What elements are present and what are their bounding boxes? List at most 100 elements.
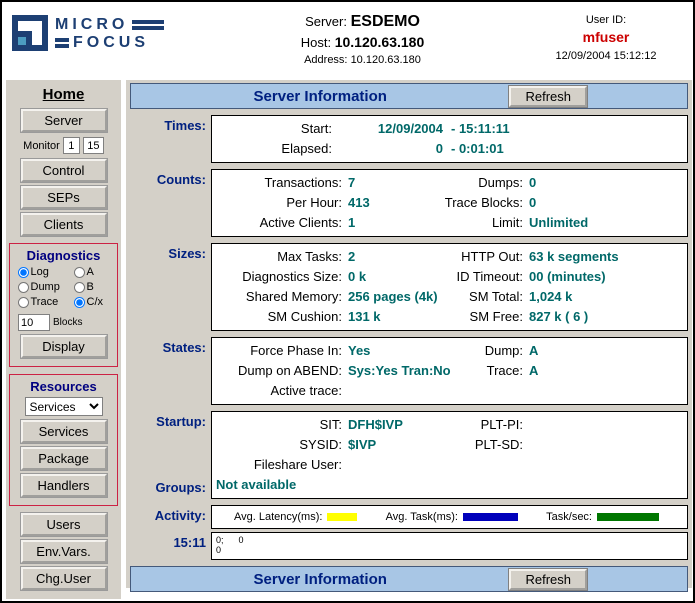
logo-bars-icon: [55, 38, 69, 48]
limit-label: Limit:: [444, 213, 529, 233]
states-section: States: Force Phase In: Yes Dump: A Dump…: [130, 337, 688, 405]
elapsed-label: Elapsed:: [216, 139, 338, 159]
control-button[interactable]: Control: [21, 159, 107, 182]
address-value: 10.120.63.180: [351, 54, 421, 66]
user-id-value: mfuser: [533, 29, 679, 45]
activity-axis-values-line1: 0; 0: [216, 535, 683, 545]
sm-total-label: SM Total:: [444, 287, 529, 307]
avg-task-label: Avg. Task(ms):: [386, 511, 458, 523]
cx-radio[interactable]: C/x: [74, 296, 110, 308]
trace-radio[interactable]: Trace: [18, 296, 74, 308]
diagnostics-radio-grid: Log A Dump B Trace: [10, 266, 117, 308]
max-tasks-label: Max Tasks:: [216, 247, 348, 267]
refresh-button-bottom[interactable]: Refresh: [509, 569, 587, 590]
cx-radio-input[interactable]: [74, 297, 85, 308]
startup-label-column: Startup: Groups:: [130, 411, 206, 499]
b-radio-input[interactable]: [74, 282, 85, 293]
transactions-label: Transactions:: [216, 173, 348, 193]
dump-radio-input[interactable]: [18, 282, 29, 293]
server-button[interactable]: Server: [21, 109, 107, 132]
times-section: Times: Start: 12/09/2004 - 15:11:11 Elap…: [130, 115, 688, 163]
diagnostics-group: Diagnostics Log A Dump B: [9, 243, 118, 367]
monitor-count-input[interactable]: [83, 137, 104, 154]
a-radio-input[interactable]: [74, 267, 85, 278]
handlers-button[interactable]: Handlers: [21, 474, 107, 497]
home-link[interactable]: Home: [6, 86, 121, 103]
per-hour-label: Per Hour:: [216, 193, 348, 213]
resources-group: Resources Services Services Package Hand…: [9, 374, 118, 506]
sizes-label: Sizes:: [130, 243, 206, 331]
shared-memory-label: Shared Memory:: [216, 287, 348, 307]
a-radio-label: A: [87, 266, 94, 278]
chg-user-button[interactable]: Chg.User: [21, 567, 107, 590]
dumps-label: Dumps:: [444, 173, 529, 193]
transactions-value: 7: [348, 173, 444, 193]
id-timeout-value: 00 (minutes): [529, 267, 683, 287]
b-radio[interactable]: B: [74, 281, 110, 293]
times-label: Times:: [130, 115, 206, 163]
display-button[interactable]: Display: [21, 335, 107, 358]
log-radio-input[interactable]: [18, 267, 29, 278]
groups-label: Groups:: [130, 480, 206, 495]
startup-box: SIT: DFH$IVP PLT-PI: SYSID: $IVP PLT-SD:…: [211, 411, 688, 499]
services-button[interactable]: Services: [21, 420, 107, 443]
counts-box: Transactions: 7 Dumps: 0 Per Hour: 413 T…: [211, 169, 688, 237]
micro-focus-logo-icon: [12, 15, 48, 51]
sizes-section: Sizes: Max Tasks: 2 HTTP Out: 63 k segme…: [130, 243, 688, 331]
plt-sd-value: [529, 435, 683, 455]
plt-pi-label: PLT-PI:: [444, 415, 529, 435]
header: MICRO FOCUS Server: ESDEMO Host: 10.120.…: [2, 2, 693, 78]
dump-radio[interactable]: Dump: [18, 281, 74, 293]
sidebar: Home Server Monitor Control SEPs Clients…: [6, 80, 121, 599]
diagnostics-size-value: 0 k: [348, 267, 444, 287]
log-radio-label: Log: [31, 266, 49, 278]
host-label: Host:: [301, 35, 331, 50]
package-button[interactable]: Package: [21, 447, 107, 470]
activity-axis-values-line2: 0: [216, 545, 683, 555]
blocks-input[interactable]: [18, 314, 50, 331]
sm-free-label: SM Free:: [444, 307, 529, 327]
logo-word-focus: FOCUS: [73, 34, 149, 52]
dump-on-abend-value: Sys:Yes Tran:No: [348, 361, 444, 381]
shared-memory-value: 256 pages (4k): [348, 287, 444, 307]
sit-value: DFH$IVP: [348, 415, 444, 435]
monitor-interval-input[interactable]: [63, 137, 80, 154]
states-label: States:: [130, 337, 206, 405]
trace-radio-input[interactable]: [18, 297, 29, 308]
plt-sd-label: PLT-SD:: [444, 435, 529, 455]
trace-state-label: Trace:: [444, 361, 529, 381]
trace-blocks-value: 0: [529, 193, 683, 213]
id-timeout-label: ID Timeout:: [444, 267, 529, 287]
log-radio[interactable]: Log: [18, 266, 74, 278]
activity-section: Activity: Avg. Latency(ms): Avg. Task(ms…: [130, 505, 688, 529]
task-swatch-icon: [463, 513, 518, 521]
elapsed-days-value: 0: [338, 139, 443, 159]
states-box: Force Phase In: Yes Dump: A Dump on ABEN…: [211, 337, 688, 405]
blocks-row: Blocks: [18, 314, 117, 331]
active-trace-label: Active trace:: [216, 381, 348, 401]
clients-button[interactable]: Clients: [21, 213, 107, 236]
logo-bars-icon: [132, 20, 164, 30]
task-per-sec-label: Task/sec:: [546, 511, 592, 523]
server-information-header-bar: Server Information Refresh: [130, 83, 688, 109]
a-radio[interactable]: A: [74, 266, 110, 278]
host-value: 10.120.63.180: [335, 34, 425, 50]
dump-state-label: Dump:: [444, 341, 529, 361]
sit-label: SIT:: [216, 415, 348, 435]
server-label: Server:: [305, 14, 347, 29]
resources-select[interactable]: Services: [25, 397, 103, 416]
diagnostics-title: Diagnostics: [10, 248, 117, 263]
refresh-button-top[interactable]: Refresh: [509, 86, 587, 107]
main-panel: Server Information Refresh Times: Start:…: [126, 80, 692, 588]
blocks-label: Blocks: [53, 317, 82, 328]
dump-state-value: A: [529, 341, 683, 361]
avg-latency-legend: Avg. Latency(ms):: [234, 511, 357, 523]
seps-button[interactable]: SEPs: [21, 186, 107, 209]
sm-total-value: 1,024 k: [529, 287, 683, 307]
plt-pi-value: [529, 415, 683, 435]
dump-radio-label: Dump: [31, 281, 60, 293]
env-vars-button[interactable]: Env.Vars.: [21, 540, 107, 563]
users-button[interactable]: Users: [21, 513, 107, 536]
trace-state-value: A: [529, 361, 683, 381]
app-window: MICRO FOCUS Server: ESDEMO Host: 10.120.…: [0, 0, 695, 603]
